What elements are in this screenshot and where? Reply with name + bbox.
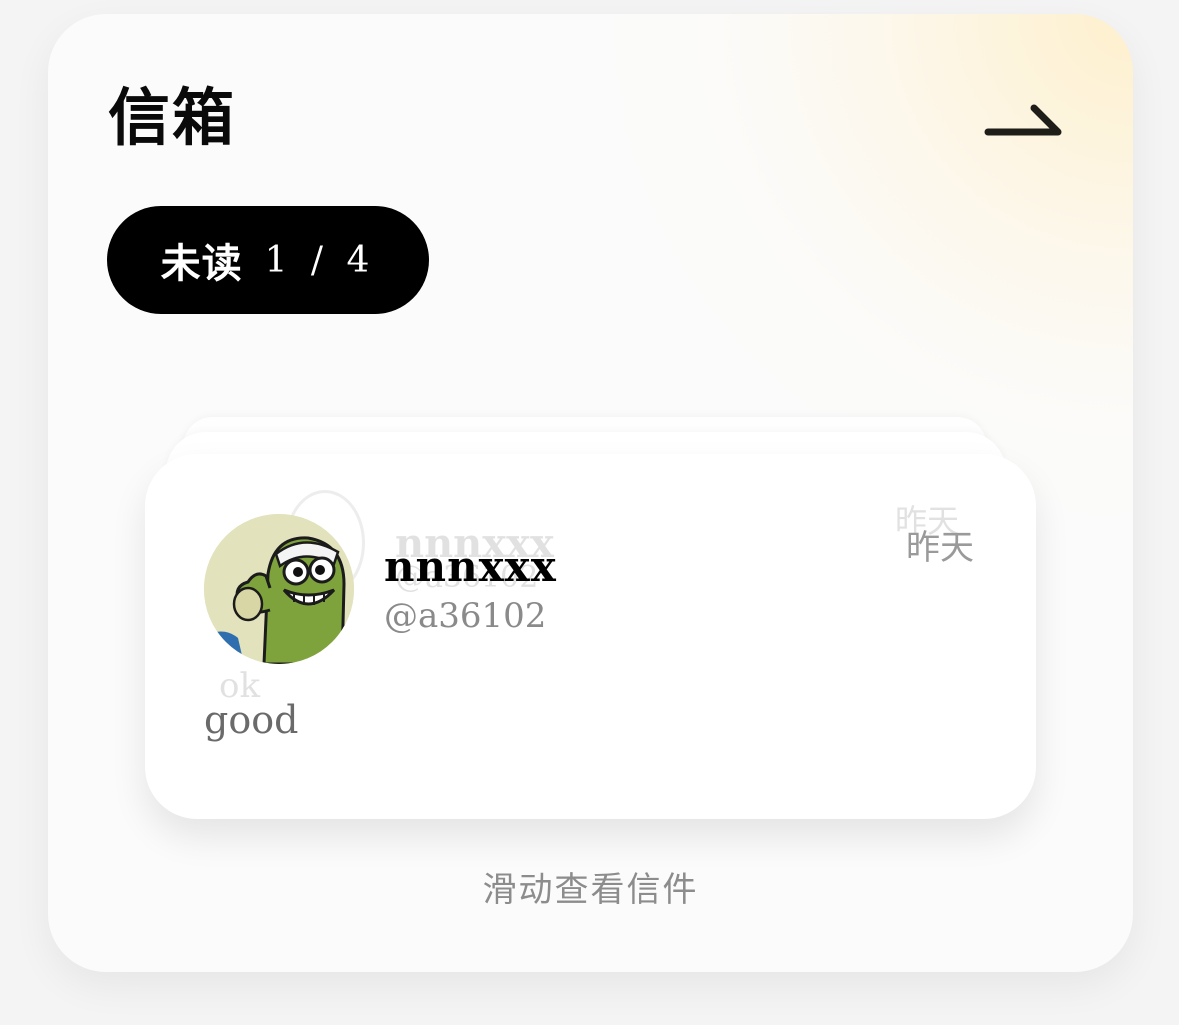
inbox-card: 信箱 未读 1 / 4 nnnxxx @a36102 昨天 ok nnnxxx … xyxy=(48,14,1133,972)
letter-card[interactable]: nnnxxx @a36102 昨天 ok nnnxxx @a36102 昨天 g… xyxy=(145,454,1036,819)
letter-time: 昨天 xyxy=(906,528,974,568)
sender-handle: @a36102 xyxy=(384,596,547,636)
unread-count: 1 / 4 xyxy=(264,239,376,281)
swipe-hint: 滑动查看信件 xyxy=(482,870,699,910)
letter-message: good xyxy=(204,698,299,742)
sender-avatar[interactable] xyxy=(204,514,354,664)
sender-name: nnnxxx xyxy=(384,542,557,591)
unread-label: 未读 xyxy=(160,241,243,287)
arrow-right-icon[interactable] xyxy=(976,86,1072,150)
unread-filter-button[interactable]: 未读 1 / 4 xyxy=(107,206,429,314)
inbox-title: 信箱 xyxy=(108,81,237,154)
